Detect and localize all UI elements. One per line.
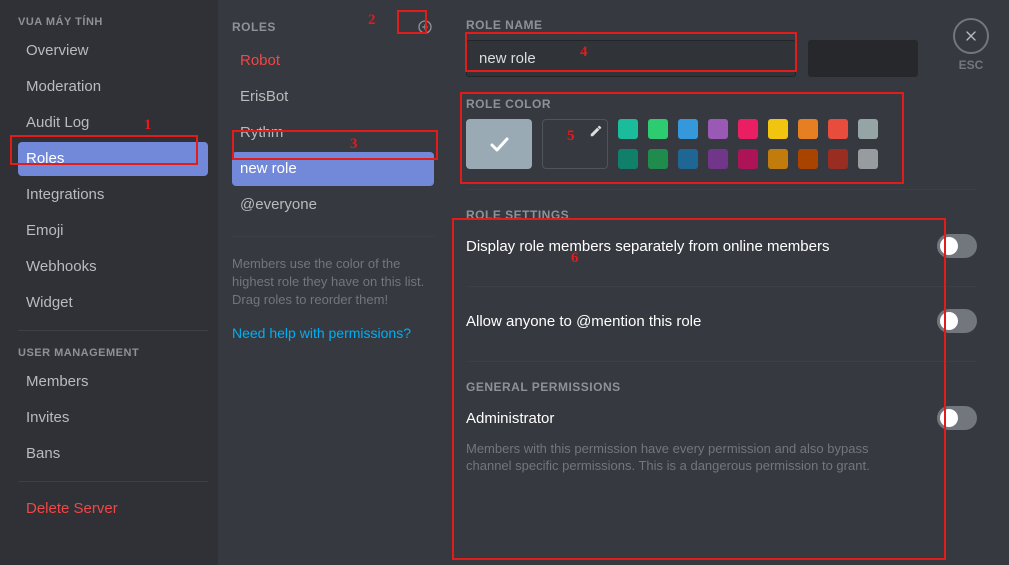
divider bbox=[466, 189, 977, 190]
sidebar-item-moderation[interactable]: Moderation bbox=[18, 70, 208, 104]
sidebar-item-overview[interactable]: Overview bbox=[18, 34, 208, 68]
color-swatch[interactable] bbox=[798, 149, 818, 169]
color-swatch[interactable] bbox=[828, 149, 848, 169]
sidebar-section-user-mgmt: USER MANAGEMENT bbox=[18, 341, 208, 363]
sidebar-item-emoji[interactable]: Emoji bbox=[18, 214, 208, 248]
general-permissions-label: GENERAL PERMISSIONS bbox=[466, 380, 977, 394]
divider bbox=[466, 286, 977, 287]
role-name-input[interactable] bbox=[466, 40, 796, 77]
setting-allow-mention: Allow anyone to @mention this role bbox=[466, 313, 701, 330]
sidebar-item-audit-log[interactable]: Audit Log bbox=[18, 106, 208, 140]
divider bbox=[18, 330, 208, 331]
role-color-label: ROLE COLOR bbox=[466, 97, 977, 111]
sidebar-section-title: VUA MÁY TÍNH bbox=[18, 10, 208, 32]
role-item-rythm[interactable]: Rythm bbox=[232, 116, 434, 150]
toggle-allow-mention[interactable] bbox=[937, 309, 977, 333]
color-swatch-grid bbox=[618, 119, 878, 169]
color-swatch[interactable] bbox=[798, 119, 818, 139]
color-swatch[interactable] bbox=[858, 149, 878, 169]
color-swatch[interactable] bbox=[648, 149, 668, 169]
role-settings-label: ROLE SETTINGS bbox=[466, 208, 977, 222]
divider bbox=[466, 361, 977, 362]
color-default-swatch[interactable] bbox=[466, 119, 532, 169]
sidebar-item-roles[interactable]: Roles bbox=[18, 142, 208, 176]
role-editor: ROLE NAME ROLE COLOR ROLE SETTINGS Displ… bbox=[448, 0, 1009, 565]
toggle-display-separately[interactable] bbox=[937, 234, 977, 258]
sidebar-item-widget[interactable]: Widget bbox=[18, 286, 208, 320]
perm-administrator-desc: Members with this permission have every … bbox=[466, 440, 886, 474]
role-item-erisbot[interactable]: ErisBot bbox=[232, 80, 434, 114]
add-role-icon[interactable] bbox=[416, 18, 434, 36]
color-swatch[interactable] bbox=[648, 119, 668, 139]
color-swatch[interactable] bbox=[678, 119, 698, 139]
close-button[interactable] bbox=[953, 18, 989, 54]
sidebar-item-invites[interactable]: Invites bbox=[18, 401, 208, 435]
color-swatch[interactable] bbox=[738, 119, 758, 139]
roles-help-link[interactable]: Need help with permissions? bbox=[232, 325, 434, 341]
sidebar-item-webhooks[interactable]: Webhooks bbox=[18, 250, 208, 284]
sidebar-item-integrations[interactable]: Integrations bbox=[18, 178, 208, 212]
roles-reorder-note: Members use the color of the highest rol… bbox=[232, 255, 434, 309]
color-swatch[interactable] bbox=[678, 149, 698, 169]
color-swatch[interactable] bbox=[858, 119, 878, 139]
perm-administrator: Administrator bbox=[466, 410, 554, 427]
sidebar-item-delete-server[interactable]: Delete Server bbox=[18, 492, 208, 526]
settings-sidebar: VUA MÁY TÍNH Overview Moderation Audit L… bbox=[0, 0, 218, 565]
role-item-robot[interactable]: Robot bbox=[232, 44, 434, 78]
toggle-administrator[interactable] bbox=[937, 406, 977, 430]
color-custom-picker[interactable] bbox=[542, 119, 608, 169]
role-item-everyone[interactable]: @everyone bbox=[232, 188, 434, 222]
role-item-new-role[interactable]: new role bbox=[232, 152, 434, 186]
role-name-label: ROLE NAME bbox=[466, 18, 977, 32]
color-swatch[interactable] bbox=[618, 149, 638, 169]
color-swatch[interactable] bbox=[708, 119, 728, 139]
color-swatch[interactable] bbox=[768, 119, 788, 139]
setting-display-separately: Display role members separately from onl… bbox=[466, 238, 829, 255]
color-swatch[interactable] bbox=[708, 149, 728, 169]
role-name-preview bbox=[808, 40, 918, 77]
color-swatch[interactable] bbox=[618, 119, 638, 139]
sidebar-item-members[interactable]: Members bbox=[18, 365, 208, 399]
roles-header-label: ROLES bbox=[232, 20, 276, 34]
color-swatch[interactable] bbox=[738, 149, 758, 169]
sidebar-item-bans[interactable]: Bans bbox=[18, 437, 208, 471]
divider bbox=[232, 236, 434, 237]
roles-list-column: ROLES Robot ErisBot Rythm new role @ever… bbox=[218, 0, 448, 565]
divider bbox=[18, 481, 208, 482]
color-swatch[interactable] bbox=[828, 119, 848, 139]
close-label: ESC bbox=[953, 58, 989, 72]
color-swatch[interactable] bbox=[768, 149, 788, 169]
